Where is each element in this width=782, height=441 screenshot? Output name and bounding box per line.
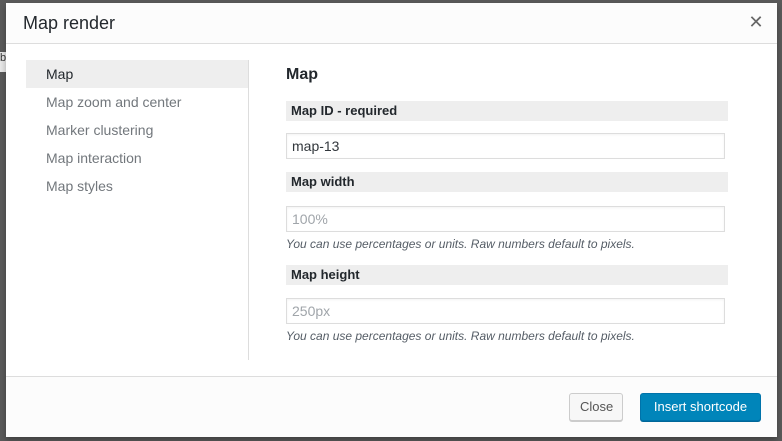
close-icon[interactable]: ✕ xyxy=(745,11,767,33)
map-render-dialog: Map render ✕ Map Map zoom and center Mar… xyxy=(6,3,777,437)
sidebar-item-marker-clustering[interactable]: Marker clustering xyxy=(26,116,248,144)
map-height-label: Map height xyxy=(286,265,728,285)
section-title: Map xyxy=(286,66,318,83)
settings-panel: Map Map ID - required Map width You can … xyxy=(286,60,728,343)
dialog-header: Map render ✕ xyxy=(6,3,777,44)
map-id-input[interactable] xyxy=(286,133,725,159)
sidebar-item-map-styles[interactable]: Map styles xyxy=(26,172,248,200)
sidebar-item-map-interaction[interactable]: Map interaction xyxy=(26,144,248,172)
dialog-title: Map render xyxy=(23,13,116,33)
map-height-help: You can use percentages or units. Raw nu… xyxy=(286,329,635,343)
dialog-footer: Close Insert shortcode xyxy=(6,376,777,437)
sidebar-item-map[interactable]: Map xyxy=(26,60,248,88)
map-id-label: Map ID - required xyxy=(286,101,728,121)
map-width-help: You can use percentages or units. Raw nu… xyxy=(286,237,635,251)
close-button[interactable]: Close xyxy=(569,393,623,421)
sidebar-item-map-zoom-and-center[interactable]: Map zoom and center xyxy=(26,88,248,116)
insert-shortcode-button[interactable]: Insert shortcode xyxy=(640,393,761,421)
map-width-input[interactable] xyxy=(286,206,725,232)
map-width-label: Map width xyxy=(286,172,728,192)
map-height-input[interactable] xyxy=(286,298,725,324)
settings-sidebar: Map Map zoom and center Marker clusterin… xyxy=(26,60,249,360)
